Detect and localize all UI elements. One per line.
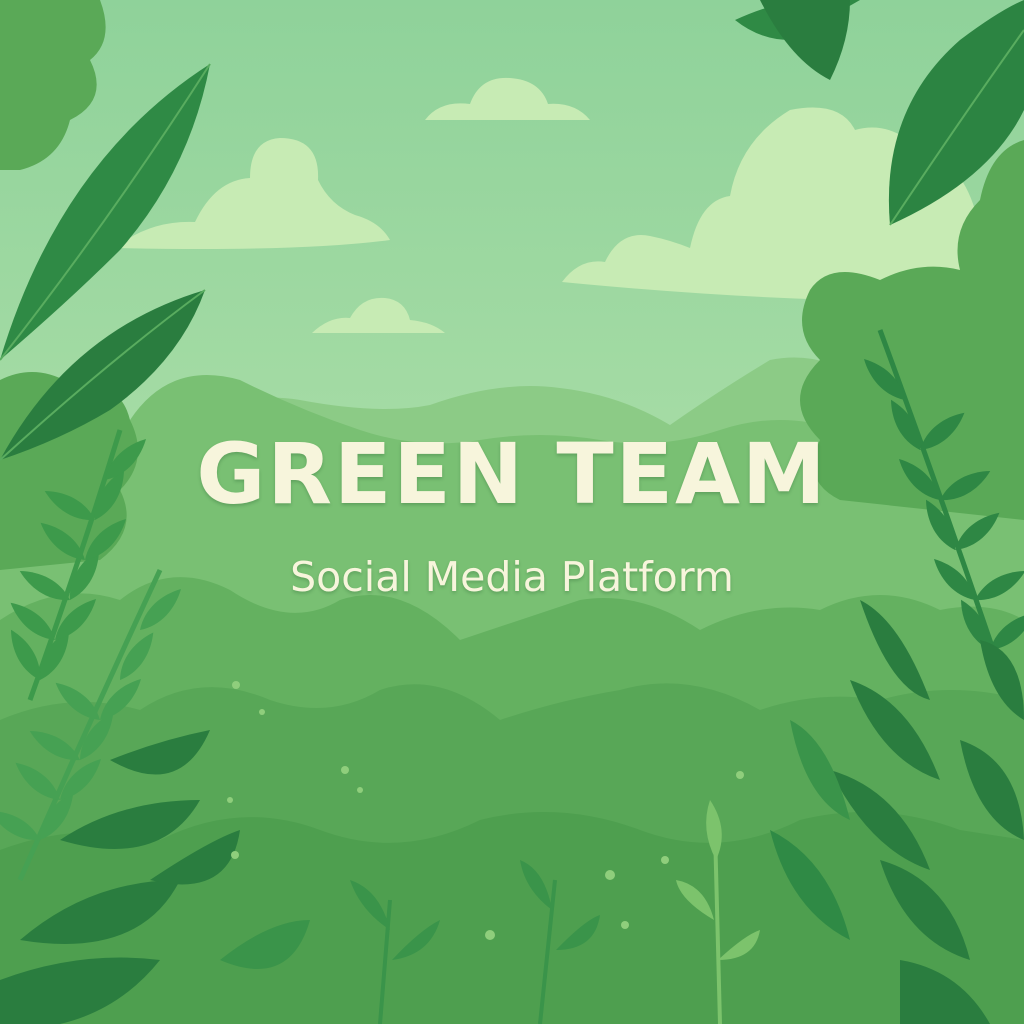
banner: GREEN TEAM Social Media Platform xyxy=(0,0,1024,1024)
banner-subtitle: Social Media Platform xyxy=(290,553,734,601)
banner-title: GREEN TEAM xyxy=(196,425,828,523)
